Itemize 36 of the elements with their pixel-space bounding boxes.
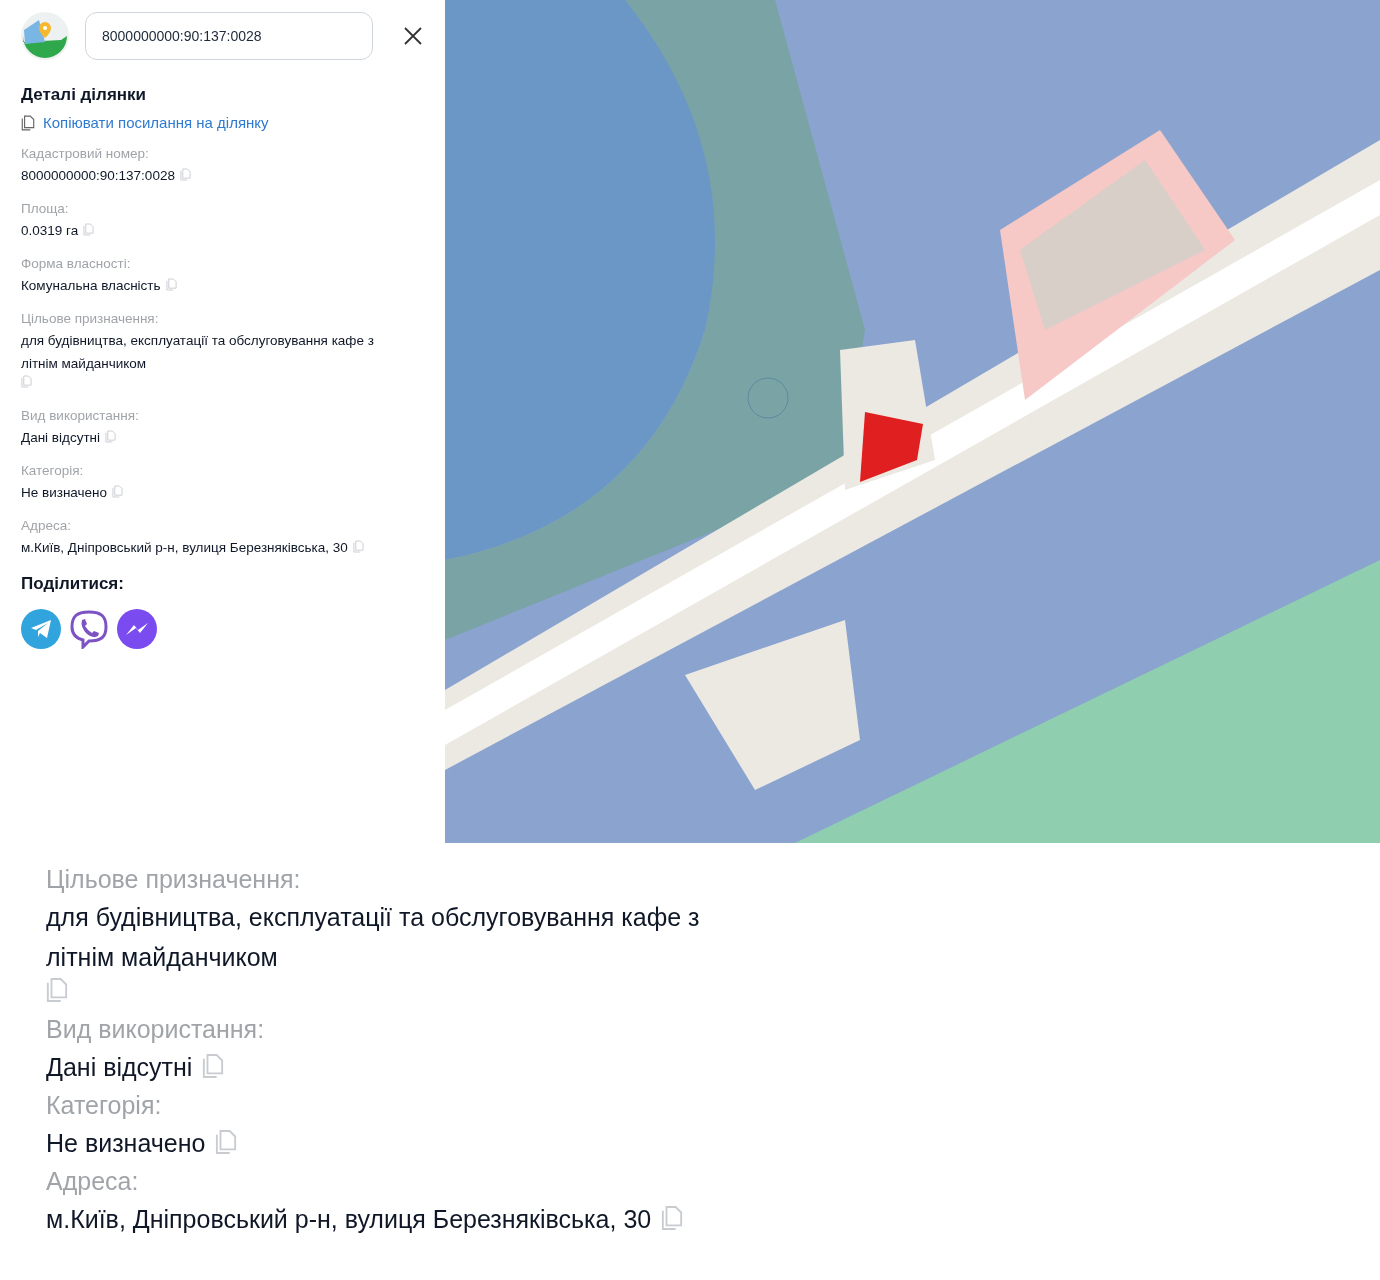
telegram-share-button[interactable] bbox=[21, 608, 61, 649]
field-value: м.Київ, Дніпровський р-н, вулиця Березняківська, 30 bbox=[21, 539, 348, 557]
field-label: Адреса: bbox=[46, 1166, 140, 1197]
field-value: для будівництва, експлуатації та обслуговування кафе з літнім майданчиком bbox=[21, 332, 375, 373]
field-value: 0.0319 га bbox=[21, 222, 79, 240]
field-value: Не визначено bbox=[46, 1128, 206, 1159]
map-pin-logo-icon bbox=[21, 12, 69, 60]
viber-share-button[interactable] bbox=[69, 608, 109, 649]
paper-plane-icon bbox=[30, 618, 52, 639]
field-value: Комунальна власність bbox=[21, 277, 161, 295]
phone-bubble-icon bbox=[69, 608, 109, 649]
field-value: Не визначено bbox=[21, 484, 108, 502]
copy-link[interactable]: Копіювати посилання на ділянку bbox=[43, 111, 269, 134]
copy-icon[interactable] bbox=[21, 114, 35, 131]
field-label: Форма власності: bbox=[21, 255, 132, 273]
field-value: Дані відсутні bbox=[21, 429, 101, 447]
field-label: Вид використання: bbox=[21, 407, 140, 425]
field-label: Категорія: bbox=[46, 1090, 163, 1121]
field-label: Цільове призначення: bbox=[46, 864, 302, 895]
field-value: м.Київ, Дніпровський р-н, вулиця Березняківська, 30 bbox=[46, 1204, 652, 1235]
field-label: Вид використання: bbox=[46, 1014, 266, 1045]
field-label: Адреса: bbox=[21, 517, 72, 535]
field-value: 8000000000:90:137:0028 bbox=[21, 167, 175, 185]
share-title: Поділитися: bbox=[21, 573, 125, 595]
close-icon bbox=[404, 27, 422, 45]
map-drawing[interactable] bbox=[445, 0, 1380, 843]
field-label: Категорія: bbox=[21, 462, 85, 480]
lightning-bolt-icon bbox=[125, 621, 149, 636]
field-value: для будівництва, експлуатації та обслуговування кафе з літнім майданчиком bbox=[46, 902, 701, 973]
cadastral-search-field[interactable]: 8000000000:90:137:0028 bbox=[85, 12, 373, 60]
field-label: Цільове призначення: bbox=[21, 310, 160, 328]
field-label: Площа: bbox=[21, 200, 70, 218]
messenger-share-button[interactable] bbox=[117, 608, 157, 649]
field-value: Дані відсутні bbox=[46, 1052, 193, 1083]
field-label: Кадастровий номер: bbox=[21, 145, 150, 163]
section-title: Деталі ділянки bbox=[21, 84, 148, 106]
